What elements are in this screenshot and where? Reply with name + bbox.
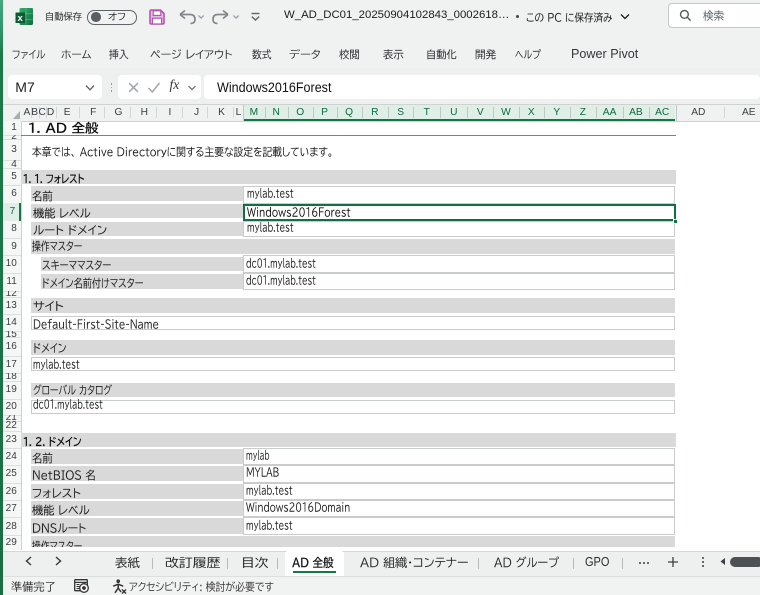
svg-text:x: x [18, 13, 24, 24]
